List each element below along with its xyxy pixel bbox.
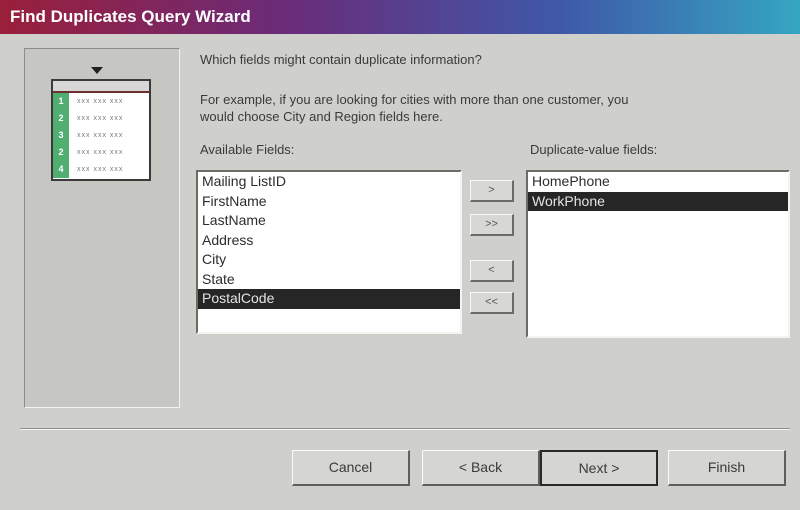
mini-table-row: 1 xxx xxx xxx xyxy=(53,93,149,110)
mini-table-row: 2 xxx xxx xxx xyxy=(53,144,149,161)
add-field-button[interactable]: > xyxy=(470,180,514,202)
row-number: 4 xyxy=(53,161,69,178)
list-item-state[interactable]: State xyxy=(198,270,460,290)
available-fields-label: Available Fields: xyxy=(200,142,295,157)
available-fields-list[interactable]: Mailing ListID FirstName LastName Addres… xyxy=(196,170,462,334)
back-button[interactable]: < Back xyxy=(422,450,540,486)
row-cells: xxx xxx xxx xyxy=(77,149,124,156)
row-number: 2 xyxy=(53,110,69,127)
window-title: Find Duplicates Query Wizard xyxy=(0,0,800,34)
example-text-line1: For example, if you are looking for citi… xyxy=(200,92,629,107)
duplicate-fields-label: Duplicate-value fields: xyxy=(530,142,658,157)
row-cells: xxx xxx xxx xyxy=(77,98,124,105)
mini-table-row: 2 xxx xxx xxx xyxy=(53,110,149,127)
cancel-button[interactable]: Cancel xyxy=(292,450,410,486)
list-item-address[interactable]: Address xyxy=(198,231,460,251)
list-item-firstname[interactable]: FirstName xyxy=(198,192,460,212)
remove-all-fields-button[interactable]: << xyxy=(470,292,514,314)
example-text-line2: would choose City and Region fields here… xyxy=(200,109,443,124)
list-item-mailing-listid[interactable]: Mailing ListID xyxy=(198,172,460,192)
down-arrow-icon xyxy=(91,67,103,74)
list-item-homephone[interactable]: HomePhone xyxy=(528,172,788,192)
add-all-fields-button[interactable]: >> xyxy=(470,214,514,236)
button-separator xyxy=(20,428,790,430)
duplicate-table-graphic: 1 xxx xxx xxx 2 xxx xxx xxx 3 xxx xxx xx… xyxy=(51,67,153,229)
list-item-workphone[interactable]: WorkPhone xyxy=(528,191,788,211)
row-number: 1 xyxy=(53,93,69,110)
row-cells: xxx xxx xxx xyxy=(77,115,124,122)
list-item-lastname[interactable]: LastName xyxy=(198,211,460,231)
row-cells: xxx xxx xxx xyxy=(77,166,124,173)
duplicate-value-fields-list[interactable]: HomePhone WorkPhone xyxy=(526,170,790,338)
table-icon: 1 xxx xxx xxx 2 xxx xxx xxx 3 xxx xxx xx… xyxy=(51,79,151,181)
finish-button[interactable]: Finish xyxy=(668,450,786,486)
list-item-city[interactable]: City xyxy=(198,250,460,270)
list-item-postalcode[interactable]: PostalCode xyxy=(198,289,460,309)
question-text: Which fields might contain duplicate inf… xyxy=(200,52,482,67)
row-cells: xxx xxx xxx xyxy=(77,132,124,139)
wizard-illustration-panel: 1 xxx xxx xxx 2 xxx xxx xxx 3 xxx xxx xx… xyxy=(24,48,180,408)
mini-table-header xyxy=(53,81,149,93)
mini-table-row: 4 xxx xxx xxx xyxy=(53,161,149,178)
mini-table-row: 3 xxx xxx xxx xyxy=(53,127,149,144)
find-duplicates-wizard-dialog: Find Duplicates Query Wizard 1 xxx xxx x… xyxy=(0,0,800,510)
remove-field-button[interactable]: < xyxy=(470,260,514,282)
next-button[interactable]: Next > xyxy=(540,450,658,486)
row-number: 2 xyxy=(53,144,69,161)
row-number: 3 xyxy=(53,127,69,144)
